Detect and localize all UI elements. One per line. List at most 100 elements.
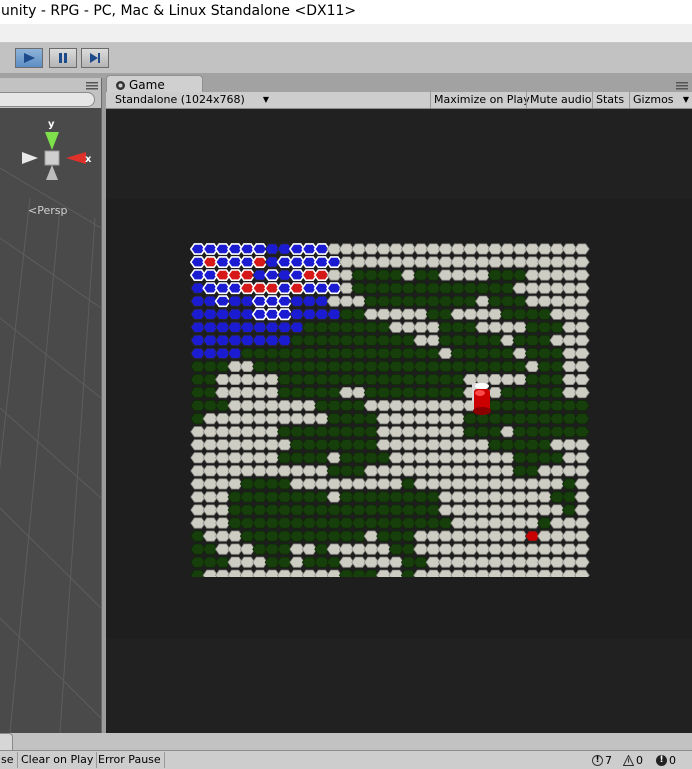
hex-cell-sand[interactable] [574,504,590,516]
hex-cell-grass[interactable] [574,426,590,438]
info-count: 7 [605,753,612,767]
hex-cell-sand[interactable] [574,517,590,529]
hex-cell-sand[interactable] [574,334,590,346]
hex-cell-sand[interactable] [574,295,590,307]
player-piece[interactable] [472,383,491,415]
dropdown-arrow-icon: ▼ [262,95,269,104]
hex-cell-sand[interactable] [438,569,454,577]
hex-cell-grass[interactable] [400,569,417,577]
axis-x-label: x [85,154,92,165]
maximize-on-play-toggle[interactable]: Maximize on Play [430,92,530,108]
error-pause-toggle[interactable]: Error Pause [95,752,165,768]
hex-cell-sand[interactable] [314,569,330,577]
gizmo-x-cone [66,152,86,164]
game-toolbar: Standalone (1024x768) ▼ Maximize on Play… [106,92,692,109]
menu-strip [0,24,692,43]
hex-cell-grass[interactable] [574,413,590,425]
hex-cell-sand[interactable] [277,569,293,577]
title-bar: unity - RPG - PC, Mac & Linux Standalone… [0,0,692,24]
step-button[interactable] [81,48,109,68]
clear-on-play-toggle[interactable]: Clear on Play [18,752,98,768]
hex-cell-sand[interactable] [574,386,590,399]
hex-cell-sand[interactable] [574,452,590,464]
hex-cell-grass[interactable] [574,400,590,412]
hex-cell-sand[interactable] [512,569,528,577]
hex-cell-sand[interactable] [549,569,565,577]
hex-cell-sand[interactable] [524,569,541,577]
info-icon: ! [592,754,603,766]
pause-button[interactable] [49,48,77,68]
hex-cell-sand[interactable] [574,360,590,373]
hex-board[interactable] [190,241,590,577]
warning-counter[interactable]: 0 [623,752,643,768]
hex-cell-sand[interactable] [574,373,590,386]
warning-count: 0 [636,753,643,767]
projection-label[interactable]: <Persp [28,204,67,217]
scene-view[interactable]: y x <Persp [0,78,101,733]
hex-cell-sand[interactable] [202,569,219,577]
hex-cell-grass[interactable] [363,569,380,577]
hex-cell-sand[interactable] [475,569,491,577]
hex-cell-sand[interactable] [289,569,305,577]
resolution-dropdown[interactable]: Standalone (1024x768) ▼ [112,92,273,108]
hex-cell-sand[interactable] [388,569,404,577]
error-icon: ! [656,754,667,766]
hex-cell-sand[interactable] [326,569,342,577]
hex-cell-grass[interactable] [338,569,355,577]
game-view[interactable] [106,109,692,733]
hex-cell-sand[interactable] [425,569,442,577]
stats-toggle[interactable]: Stats [592,92,624,108]
scene-grid [0,167,101,733]
hex-cell-grass[interactable] [190,569,206,577]
tab-console[interactable] [0,733,13,750]
hex-cell-sand[interactable] [574,543,590,555]
hex-cell-sand[interactable] [215,569,231,577]
letterbox-bottom [106,639,692,733]
hex-cell-sand[interactable] [574,269,590,281]
hex-cell-sand[interactable] [574,282,590,294]
hex-cell-grass[interactable] [351,569,367,577]
error-counter[interactable]: ! 0 [656,752,676,768]
scene-gizmo[interactable]: y x [18,118,98,193]
hex-cell-sand[interactable] [450,569,466,577]
mute-audio-toggle[interactable]: Mute audio [526,92,592,108]
hex-cell-sand[interactable] [574,347,590,359]
game-panel-menu-icon[interactable] [676,82,688,90]
panel-menu-icon[interactable] [86,82,98,90]
hex-cell-sand[interactable] [574,530,590,542]
play-icon [24,53,35,63]
resolution-label: Standalone (1024x768) [115,93,245,106]
collapse-button[interactable]: se [0,752,18,768]
hex-cell-sand[interactable] [574,556,590,568]
hex-cell-sand[interactable] [574,256,590,268]
scene-search-input[interactable] [0,92,95,107]
hex-cell-sand[interactable] [239,569,256,577]
hex-cell-sand[interactable] [574,439,590,451]
hex-cell-sand[interactable] [227,569,243,577]
hex-cell-sand[interactable] [574,321,590,333]
game-tab-icon [116,81,125,90]
hex-cell-sand[interactable] [574,478,590,490]
hex-cell-sand[interactable] [487,569,503,577]
pause-icon [59,53,67,63]
gizmos-dropdown[interactable]: Gizmos ▼ [629,92,692,108]
hex-cell-sand[interactable] [413,569,429,577]
gizmo-neg-y-cone [46,165,58,180]
hex-cell-sand[interactable] [376,569,392,577]
step-icon [90,53,100,63]
hex-cell-sand[interactable] [264,569,280,577]
hex-cell-sand[interactable] [500,569,516,577]
hex-cell-sand[interactable] [574,491,590,503]
info-counter[interactable]: ! 7 [592,752,612,768]
hex-cell-sand[interactable] [574,243,590,255]
hex-cell-sand[interactable] [574,465,590,477]
hex-cell-sand[interactable] [462,569,479,577]
hex-cell-sand[interactable] [574,308,590,320]
hex-cell-sand[interactable] [537,569,553,577]
hex-cell-sand[interactable] [252,569,268,577]
hex-cell-sand[interactable] [561,569,578,577]
letterbox-top [106,109,692,199]
play-button[interactable] [15,48,43,68]
hex-cell-sand[interactable] [301,569,318,577]
hex-cell-sand[interactable] [574,569,590,577]
